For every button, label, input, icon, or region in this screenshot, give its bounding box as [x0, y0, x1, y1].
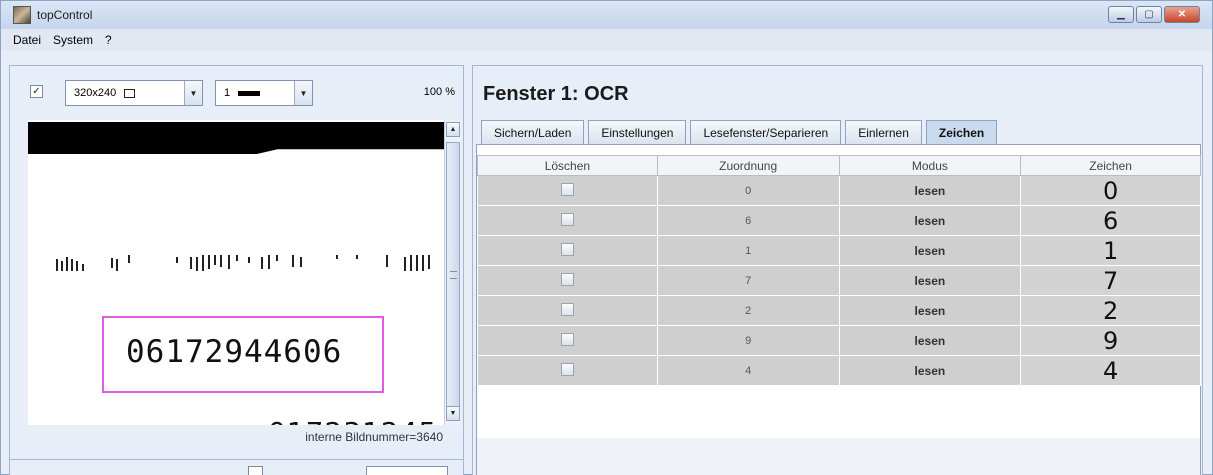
table-row[interactable]: 4 lesen 4 — [477, 355, 1201, 386]
close-button[interactable]: ✕ — [1164, 6, 1200, 23]
modus-cell[interactable]: lesen — [838, 265, 1022, 296]
modus-cell[interactable]: lesen — [838, 295, 1022, 326]
scroll-up-arrow-icon[interactable]: ▲ — [446, 122, 460, 137]
image-dark-band — [28, 122, 444, 154]
ocr-panel: Fenster 1: OCR Sichern/Laden Einstellung… — [472, 65, 1203, 475]
menu-bar: Datei System ? — [1, 29, 1212, 51]
zuordnung-cell[interactable]: 4 — [656, 355, 840, 386]
line-width-value: 1 — [224, 87, 231, 99]
chevron-down-icon[interactable]: ▼ — [294, 81, 312, 105]
zeichen-cell: 1 — [1020, 235, 1201, 266]
ocr-text-main: 06172944606 — [126, 334, 343, 370]
window-controls: ▁ ▢ ✕ — [1108, 6, 1200, 23]
panel-title: Fenster 1: OCR — [483, 83, 629, 105]
bottom-field[interactable] — [366, 466, 448, 475]
camera-enabled-checkbox[interactable]: ✓ — [30, 84, 43, 98]
tab-zeichen[interactable]: Zeichen — [925, 120, 998, 144]
tab-sichern-laden[interactable]: Sichern/Laden — [481, 120, 585, 144]
line-width-select[interactable]: 1 ▼ — [215, 80, 313, 106]
tab-einstellungen[interactable]: Einstellungen — [588, 120, 687, 144]
table-row[interactable]: 9 lesen 9 — [477, 325, 1201, 356]
menu-datei[interactable]: Datei — [13, 33, 41, 47]
bottom-controls — [10, 459, 463, 475]
table-row[interactable]: 6 lesen 6 — [477, 205, 1201, 236]
zeichen-cell: 2 — [1020, 295, 1201, 326]
zuordnung-cell[interactable]: 7 — [656, 265, 840, 296]
modus-cell[interactable]: lesen — [838, 175, 1022, 206]
image-scrollbar[interactable]: ▲ ▼ — [444, 120, 461, 425]
column-header-loeschen[interactable]: Löschen — [477, 155, 658, 176]
tab-bar: Sichern/Laden Einstellungen Lesefenster/… — [481, 120, 1001, 144]
camera-panel: ✓ 320x240 ▼ 1 ▼ 100 % 06172944606 ▲ ▼ in… — [9, 65, 464, 475]
column-header-zeichen[interactable]: Zeichen — [1020, 155, 1201, 176]
column-header-zuordnung[interactable]: Zuordnung — [656, 155, 840, 176]
zuordnung-cell[interactable]: 9 — [656, 325, 840, 356]
modus-cell[interactable]: lesen — [838, 325, 1022, 356]
delete-checkbox[interactable] — [560, 362, 574, 376]
delete-checkbox[interactable] — [560, 302, 574, 316]
camera-toolbar: ✓ 320x240 ▼ 1 ▼ 100 % — [10, 66, 463, 116]
modus-cell[interactable]: lesen — [838, 355, 1022, 386]
table-empty-area — [477, 438, 1200, 475]
scroll-down-arrow-icon[interactable]: ▼ — [446, 406, 460, 421]
maximize-button[interactable]: ▢ — [1136, 6, 1162, 23]
bottom-checkbox[interactable] — [248, 466, 263, 475]
table-row[interactable]: 0 lesen 0 — [477, 175, 1201, 206]
scrollbar-thumb[interactable] — [446, 142, 460, 412]
table-row[interactable]: 7 lesen 7 — [477, 265, 1201, 296]
delete-checkbox[interactable] — [560, 242, 574, 256]
zuordnung-cell[interactable]: 2 — [656, 295, 840, 326]
zeichen-cell: 4 — [1020, 355, 1201, 386]
zeichen-cell: 7 — [1020, 265, 1201, 296]
minimize-button[interactable]: ▁ — [1108, 6, 1134, 23]
delete-checkbox[interactable] — [560, 272, 574, 286]
resolution-value: 320x240 — [74, 87, 117, 99]
delete-checkbox[interactable] — [560, 182, 574, 196]
zoom-label: 100 % — [423, 86, 455, 98]
tab-lesefenster[interactable]: Lesefenster/Separieren — [690, 120, 842, 144]
modus-cell[interactable]: lesen — [838, 235, 1022, 266]
character-table: Löschen Zuordnung Modus Zeichen 0 lesen … — [477, 155, 1201, 386]
zeichen-cell: 6 — [1020, 205, 1201, 236]
image-number-label: interne Bildnummer=3640 — [305, 430, 443, 444]
line-sample-icon — [238, 90, 261, 96]
square-icon — [124, 88, 136, 98]
table-row[interactable]: 2 lesen 2 — [477, 295, 1201, 326]
zeichen-tab-content: Löschen Zuordnung Modus Zeichen 0 lesen … — [476, 144, 1201, 475]
delete-checkbox[interactable] — [560, 212, 574, 226]
modus-cell[interactable]: lesen — [838, 205, 1022, 236]
zuordnung-cell[interactable]: 6 — [656, 205, 840, 236]
barcode-strip — [56, 255, 444, 275]
app-icon — [13, 6, 31, 24]
delete-checkbox[interactable] — [560, 332, 574, 346]
zuordnung-cell[interactable]: 1 — [656, 235, 840, 266]
ocr-text-secondary: 017231245 — [268, 416, 437, 425]
table-row[interactable]: 1 lesen 1 — [477, 235, 1201, 266]
chevron-down-icon[interactable]: ▼ — [184, 81, 202, 105]
title-bar: topControl ▁ ▢ ✕ — [1, 1, 1212, 29]
menu-system[interactable]: System — [53, 33, 93, 47]
camera-image[interactable]: 06172944606 017231245 — [28, 120, 444, 425]
menu-help[interactable]: ? — [105, 33, 112, 47]
zeichen-cell: 9 — [1020, 325, 1201, 356]
column-header-modus[interactable]: Modus — [838, 155, 1022, 176]
app-window: topControl ▁ ▢ ✕ Datei System ? ✓ 320x24… — [0, 0, 1213, 475]
tab-einlernen[interactable]: Einlernen — [845, 120, 922, 144]
zuordnung-cell[interactable]: 0 — [656, 175, 840, 206]
window-title: topControl — [37, 8, 93, 22]
zeichen-cell: 0 — [1020, 175, 1201, 206]
resolution-select[interactable]: 320x240 ▼ — [65, 80, 203, 106]
